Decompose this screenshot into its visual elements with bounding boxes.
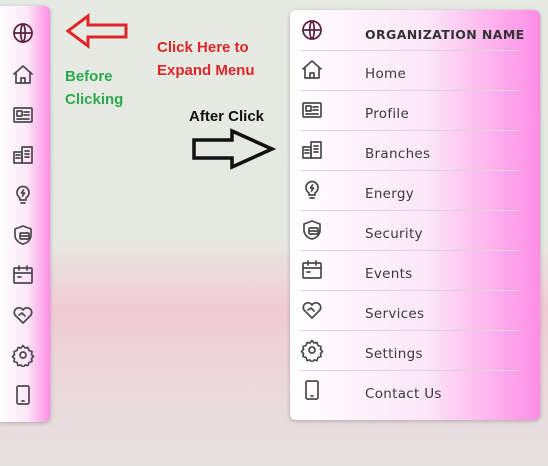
before-clicking-annotation: Before Clicking <box>65 65 123 111</box>
click-here-line2: Expand Menu <box>157 62 255 79</box>
globe-icon[interactable] <box>10 20 36 46</box>
black-arrow-icon <box>192 128 276 170</box>
phone-icon[interactable] <box>10 382 36 408</box>
sidebar-item-label: Energy <box>365 186 415 202</box>
sidebar-item-label: Home <box>365 66 407 82</box>
before-line1: Before <box>65 68 113 85</box>
heart-icon[interactable] <box>10 302 36 328</box>
collapsed-sidebar <box>0 6 50 422</box>
sidebar-item-label: Services <box>365 306 425 322</box>
organization-name: ORGANIZATION NAME <box>365 27 525 42</box>
red-arrow-icon <box>65 13 128 49</box>
expanded-sidebar: ORGANIZATION NAME Home Profile Branches … <box>290 10 540 420</box>
shield-icon[interactable] <box>10 222 36 248</box>
lightbulb-icon <box>299 177 325 203</box>
home-icon[interactable] <box>10 62 36 88</box>
divider <box>300 250 520 251</box>
sidebar-item-label: Events <box>365 266 413 282</box>
gear-icon[interactable] <box>10 342 36 368</box>
divider <box>300 290 520 291</box>
buildings-icon[interactable] <box>10 142 36 168</box>
sidebar-item-label: Contact Us <box>365 386 442 402</box>
before-line2: Clicking <box>65 91 124 108</box>
divider <box>300 170 520 171</box>
sidebar-item-label: Profile <box>365 106 410 122</box>
divider <box>300 330 520 331</box>
sidebar-item-label: Branches <box>365 146 431 162</box>
gear-icon <box>299 337 325 363</box>
profile-card-icon <box>299 97 325 123</box>
divider <box>300 370 520 371</box>
heart-icon <box>299 297 325 323</box>
divider <box>300 50 520 51</box>
sidebar-item-label: Security <box>365 226 423 242</box>
calendar-icon[interactable] <box>10 262 36 288</box>
click-here-annotation: Click Here to Expand Menu <box>157 36 255 82</box>
lightbulb-icon[interactable] <box>10 182 36 208</box>
sidebar-item-label: Settings <box>365 346 423 362</box>
divider <box>300 130 520 131</box>
home-icon <box>299 57 325 83</box>
after-click-annotation: After Click <box>189 108 265 125</box>
divider <box>300 210 520 211</box>
click-here-line1: Click Here to <box>157 39 249 56</box>
calendar-icon <box>299 257 325 283</box>
buildings-icon <box>299 137 325 163</box>
profile-card-icon[interactable] <box>10 102 36 128</box>
phone-icon <box>299 377 325 403</box>
shield-icon <box>299 217 325 243</box>
divider <box>300 90 520 91</box>
globe-icon[interactable] <box>299 17 325 43</box>
